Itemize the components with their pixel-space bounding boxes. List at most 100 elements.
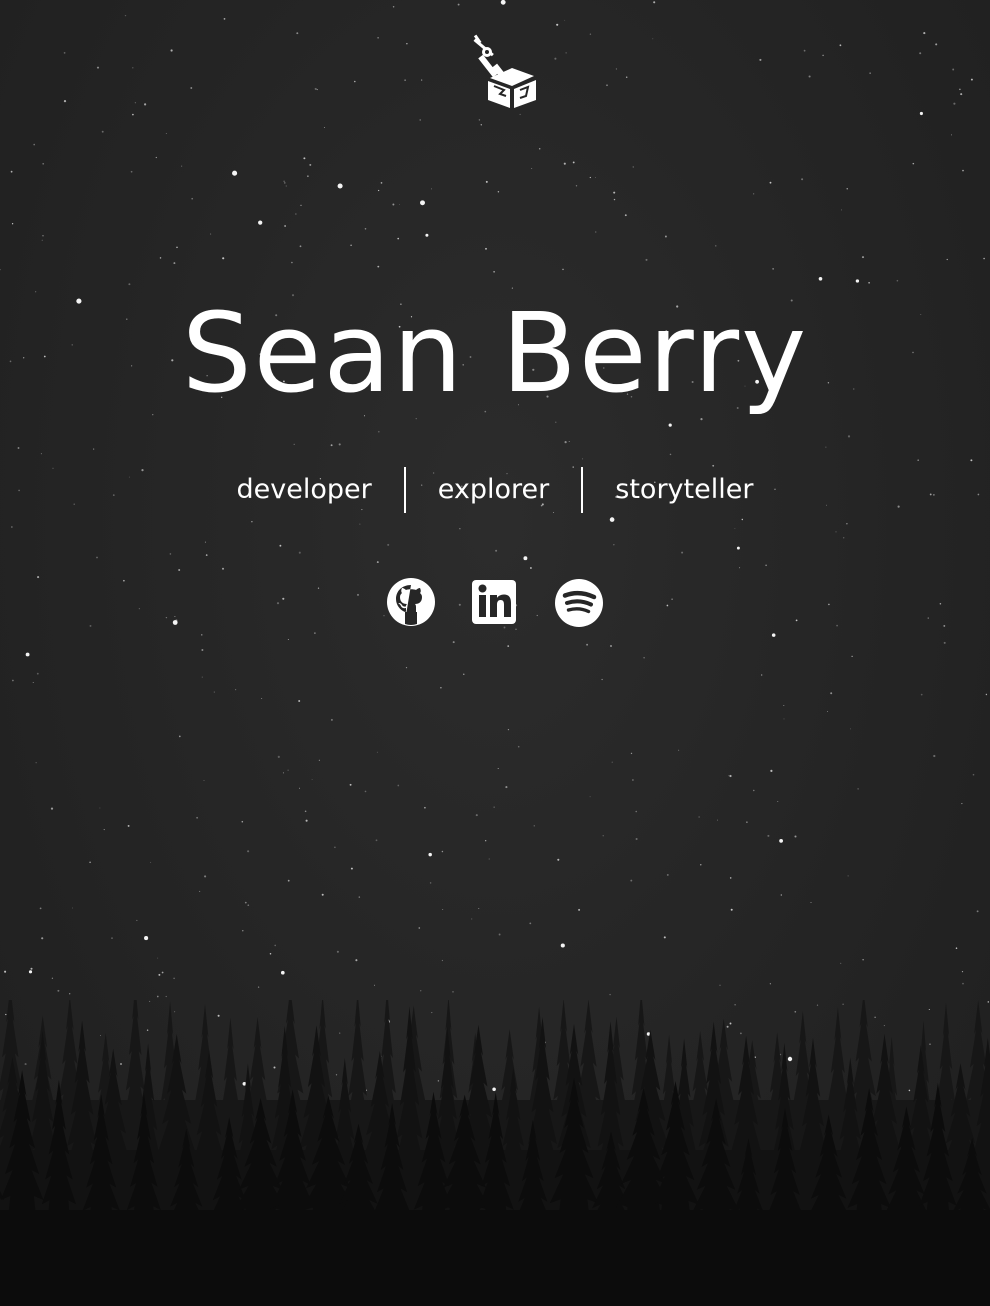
sword-in-cube-logo-icon	[473, 34, 536, 108]
star	[635, 837, 638, 841]
star	[364, 228, 367, 230]
star	[606, 84, 608, 87]
star	[739, 567, 741, 569]
star	[397, 784, 400, 787]
spotify-link[interactable]	[554, 576, 604, 628]
star	[601, 678, 603, 681]
star	[652, 38, 654, 40]
star	[843, 537, 845, 539]
star	[935, 43, 938, 46]
star	[480, 124, 482, 126]
star	[700, 418, 703, 421]
star	[818, 277, 823, 281]
site-logo[interactable]	[470, 34, 538, 110]
star	[635, 810, 637, 813]
star	[298, 700, 301, 702]
star	[730, 908, 733, 911]
star	[51, 977, 54, 979]
star	[517, 745, 520, 748]
star	[50, 807, 54, 810]
star	[364, 790, 367, 793]
spotify-icon	[555, 579, 603, 627]
star	[861, 256, 865, 259]
star	[33, 143, 35, 146]
star	[602, 835, 604, 837]
star	[235, 689, 237, 691]
star	[204, 541, 206, 543]
star	[170, 49, 173, 52]
star	[111, 937, 113, 939]
star	[846, 523, 848, 525]
star	[338, 443, 341, 446]
star	[970, 78, 973, 81]
star	[134, 102, 137, 104]
star	[30, 967, 33, 970]
linkedin-link[interactable]	[470, 576, 520, 628]
star	[287, 769, 289, 771]
star	[399, 203, 401, 205]
star	[144, 103, 147, 106]
star	[127, 824, 130, 827]
role-developer: developer	[236, 474, 372, 505]
star	[11, 223, 14, 225]
github-link[interactable]	[386, 576, 436, 628]
star	[507, 728, 510, 731]
star	[287, 879, 290, 882]
star	[459, 528, 461, 530]
star	[205, 554, 208, 556]
star	[564, 19, 566, 21]
star	[664, 235, 667, 238]
star	[497, 191, 500, 193]
star	[779, 839, 783, 843]
star	[594, 176, 596, 178]
star	[318, 759, 320, 761]
star	[32, 681, 34, 683]
star	[178, 569, 181, 571]
star	[769, 983, 771, 985]
star	[463, 673, 465, 675]
star	[500, 0, 506, 5]
star	[933, 754, 936, 758]
star	[41, 239, 43, 241]
star	[529, 922, 532, 925]
star	[557, 858, 560, 861]
star	[203, 779, 205, 781]
star	[624, 214, 627, 217]
star	[728, 775, 730, 777]
star	[666, 873, 669, 876]
star	[613, 544, 615, 546]
star	[770, 769, 773, 773]
star	[311, 778, 313, 780]
star	[498, 933, 501, 936]
star	[36, 672, 39, 675]
star	[213, 691, 215, 693]
star	[42, 162, 45, 165]
star	[173, 262, 176, 265]
star	[808, 75, 811, 78]
star	[753, 789, 755, 792]
star	[554, 57, 557, 60]
star	[314, 632, 316, 634]
star	[507, 645, 510, 647]
star	[128, 283, 131, 286]
star	[452, 641, 455, 644]
forest-ground	[0, 1210, 990, 1306]
star	[181, 165, 183, 167]
star	[257, 986, 260, 988]
star	[336, 950, 339, 953]
star	[441, 959, 444, 962]
star	[783, 718, 785, 720]
star	[199, 890, 201, 892]
star	[970, 459, 973, 462]
star	[309, 163, 312, 166]
star	[392, 6, 395, 8]
star	[729, 774, 732, 778]
star	[304, 810, 307, 813]
star	[769, 181, 772, 184]
star	[405, 667, 408, 669]
star	[849, 728, 851, 730]
star	[287, 639, 289, 640]
star	[63, 52, 66, 54]
star	[201, 649, 204, 651]
star	[377, 265, 380, 268]
